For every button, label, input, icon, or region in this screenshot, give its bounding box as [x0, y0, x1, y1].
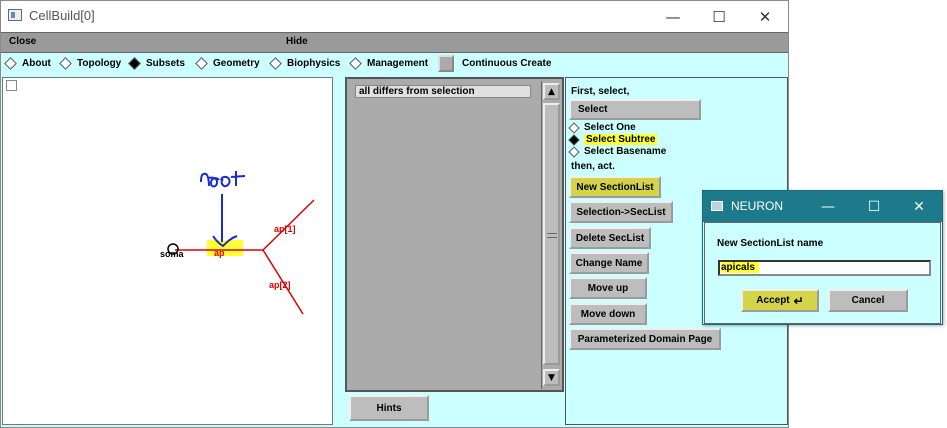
- enter-icon: ↵: [793, 293, 804, 308]
- option-label: Select Subtree: [584, 134, 658, 145]
- first-select-label: First, select,: [571, 86, 630, 97]
- option-select-one[interactable]: Select One: [568, 121, 636, 134]
- maximize-icon[interactable]: ☐: [851, 191, 897, 222]
- option-label: Select One: [584, 122, 636, 133]
- title-bar: CellBuild[0] — ☐ ✕: [1, 1, 788, 32]
- select-button[interactable]: Select: [569, 99, 701, 120]
- parameterized-domain-page-button[interactable]: Parameterized Domain Page: [569, 328, 721, 350]
- scroll-thumb[interactable]: [543, 103, 560, 365]
- tab-topology[interactable]: Topology: [59, 57, 122, 70]
- radio-diamond-icon: [59, 57, 72, 70]
- tab-label: Biophysics: [287, 58, 341, 69]
- radio-diamond-icon: [568, 145, 580, 158]
- divider: [334, 77, 344, 425]
- dialog-body: New SectionList name apicals Accept ↵ Ca…: [704, 222, 941, 324]
- minimize-icon[interactable]: —: [650, 1, 696, 32]
- change-name-button[interactable]: Change Name: [569, 252, 649, 274]
- close-icon[interactable]: ✕: [742, 1, 788, 32]
- sectionlist-browser: all differs from selection ▲ ▼: [345, 77, 564, 392]
- hints-button[interactable]: Hints: [349, 395, 429, 421]
- radio-diamond-icon: [195, 57, 208, 70]
- desktop-area: [789, 402, 947, 428]
- new-sectionlist-button[interactable]: New SectionList: [569, 176, 661, 198]
- hints-area: Hints: [345, 392, 564, 425]
- shape-canvas[interactable]: soma ap ap[1] ap[2]: [2, 77, 333, 425]
- then-act-label: then, act.: [571, 161, 615, 172]
- list-item[interactable]: all differs from selection: [355, 85, 531, 98]
- radio-diamond-selected-icon: [568, 133, 580, 146]
- grip-icon: [547, 233, 557, 238]
- option-select-basename[interactable]: Select Basename: [568, 145, 667, 158]
- scroll-up-icon[interactable]: ▲: [543, 83, 560, 100]
- tab-label: Topology: [77, 58, 122, 69]
- input-value: apicals: [721, 262, 759, 273]
- ap1-label: ap[1]: [274, 224, 296, 234]
- close-menu[interactable]: Close: [9, 36, 36, 47]
- tab-subsets[interactable]: Subsets: [128, 57, 185, 70]
- option-select-subtree[interactable]: Select Subtree: [568, 133, 658, 146]
- tab-bar: About Topology Subsets Geometry Biophysi…: [1, 53, 788, 75]
- app-icon: [8, 9, 22, 21]
- ap2-label: ap[2]: [269, 280, 291, 290]
- ap-highlight: [207, 240, 243, 256]
- tab-geometry[interactable]: Geometry: [195, 57, 260, 70]
- accept-button[interactable]: Accept ↵: [741, 289, 819, 312]
- soma-label: soma: [160, 249, 185, 259]
- dialog-title: NEURON: [731, 199, 784, 213]
- tab-about[interactable]: About: [4, 57, 51, 70]
- move-down-button[interactable]: Move down: [569, 303, 647, 325]
- close-icon[interactable]: ✕: [896, 191, 942, 222]
- app-icon: [711, 201, 723, 211]
- prompt-label: New SectionList name: [717, 238, 824, 249]
- continuous-create-label: Continuous Create: [462, 58, 552, 69]
- hide-menu[interactable]: Hide: [286, 36, 308, 47]
- scroll-down-icon[interactable]: ▼: [543, 369, 560, 386]
- accept-label: Accept: [756, 295, 790, 306]
- tab-management[interactable]: Management: [349, 57, 429, 70]
- radio-diamond-icon: [568, 121, 580, 134]
- dialog-title-bar: NEURON — ☐ ✕: [703, 191, 942, 222]
- maximize-icon[interactable]: ☐: [696, 1, 742, 32]
- continuous-create-checkbox[interactable]: [438, 55, 454, 72]
- menubar: Close Hide: [1, 32, 788, 53]
- root-annotation: [200, 172, 220, 188]
- tab-label: Subsets: [146, 58, 185, 69]
- delete-seclist-button[interactable]: Delete SecList: [569, 227, 651, 249]
- selection-to-seclist-button[interactable]: Selection->SecList: [569, 201, 673, 223]
- cell-shape-svg: soma ap ap[1] ap[2]: [160, 171, 315, 315]
- radio-diamond-icon: [269, 57, 282, 70]
- tab-label: Geometry: [213, 58, 260, 69]
- new-sectionlist-dialog: NEURON — ☐ ✕ New SectionList name apical…: [702, 190, 943, 325]
- minimize-icon[interactable]: —: [805, 191, 851, 222]
- ap-label: ap: [214, 248, 225, 258]
- root-annotation-t: [220, 171, 246, 188]
- radio-diamond-icon: [4, 57, 17, 70]
- option-label: Select Basename: [584, 146, 667, 157]
- move-up-button[interactable]: Move up: [569, 277, 647, 299]
- cancel-button[interactable]: Cancel: [828, 289, 908, 312]
- tab-label: About: [22, 58, 51, 69]
- cellbuild-window: CellBuild[0] — ☐ ✕ Close Hide About Topo…: [0, 0, 789, 428]
- window-title: CellBuild[0]: [29, 8, 95, 23]
- tab-label: Management: [367, 58, 429, 69]
- sectionlist-name-input[interactable]: apicals: [718, 260, 931, 276]
- tab-biophysics[interactable]: Biophysics: [269, 57, 341, 70]
- radio-diamond-icon: [349, 57, 362, 70]
- scrollbar[interactable]: ▲ ▼: [541, 81, 561, 389]
- radio-diamond-selected-icon: [128, 57, 141, 70]
